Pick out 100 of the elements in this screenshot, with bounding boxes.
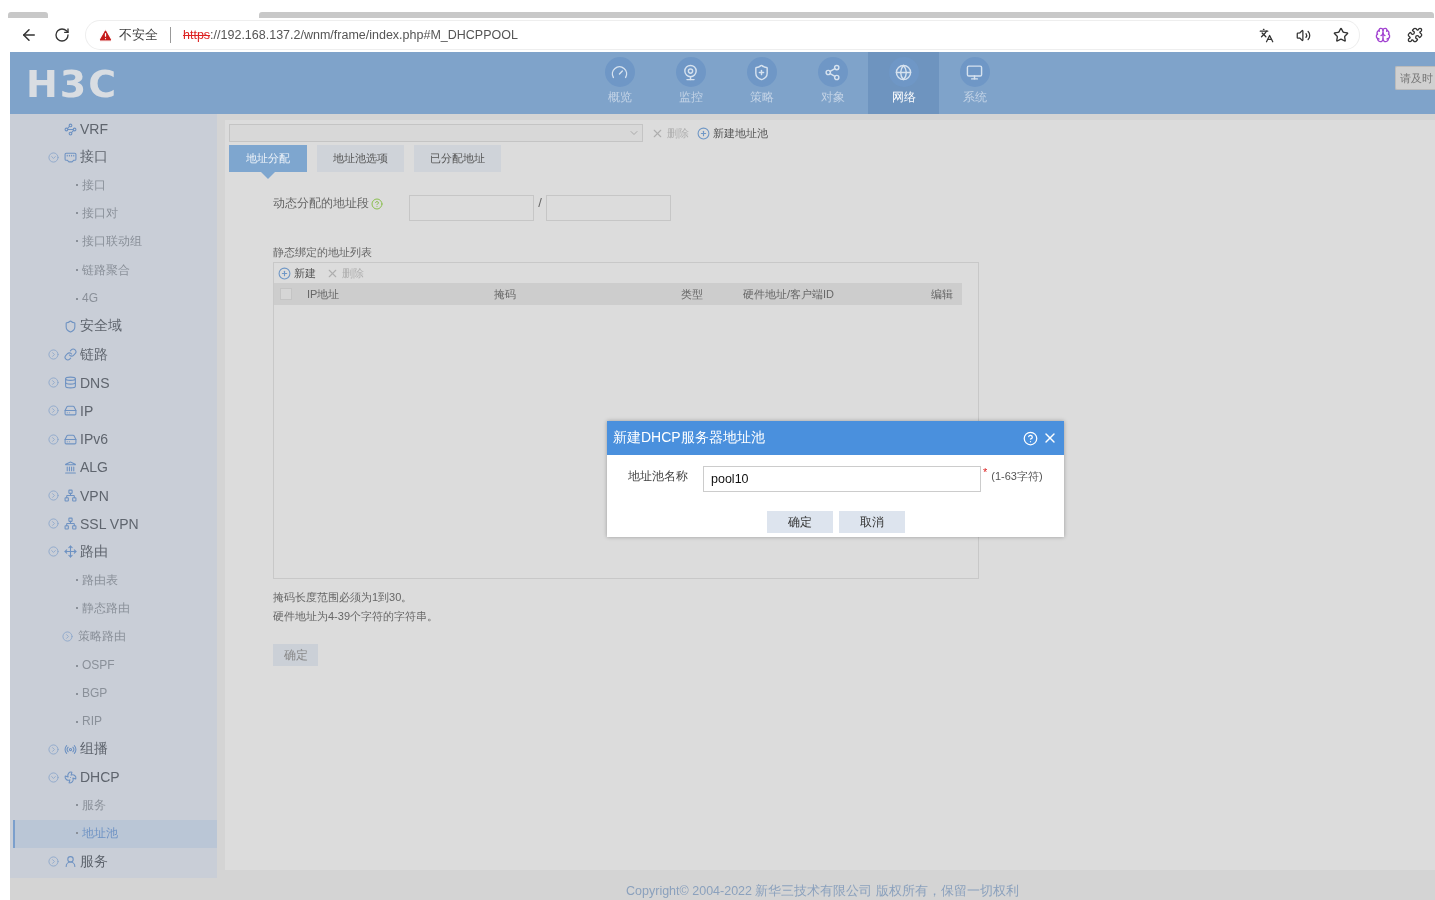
nav-tab[interactable]: 网络 xyxy=(868,52,939,114)
separator-text: / xyxy=(537,195,543,210)
column-header: 类型 xyxy=(681,286,704,302)
globe-icon xyxy=(888,57,919,87)
expander-icon[interactable] xyxy=(48,490,61,502)
sidebar-item[interactable]: RIP xyxy=(76,714,102,729)
star-icon[interactable] xyxy=(1333,27,1349,43)
sidebar-item[interactable]: 路由表 xyxy=(76,571,118,589)
column-header: 掩码 xyxy=(494,286,517,302)
sidebar-item[interactable]: BGP xyxy=(76,685,108,700)
sidebar-item[interactable]: ALG xyxy=(80,459,108,476)
new-button[interactable]: 新建 xyxy=(278,265,316,281)
address-bar[interactable]: 不安全 https://192.168.137.2/wnm/frame/index.php#M_DHCPPOOL xyxy=(86,21,1359,49)
column-header: 编辑 xyxy=(931,286,954,302)
tab-pointer-icon xyxy=(261,172,275,179)
port-icon xyxy=(64,150,77,164)
plus-icon xyxy=(278,266,291,280)
sidebar-item[interactable]: 组播 xyxy=(80,740,108,759)
sidebar-item[interactable]: 策略路由 xyxy=(78,627,126,645)
notice-button[interactable]: 请及时 xyxy=(1395,66,1435,90)
note-text: 掩码长度范围必须为1到30。 xyxy=(273,590,414,605)
read-aloud-icon[interactable] xyxy=(1296,27,1311,43)
arrows-icon xyxy=(64,545,77,559)
sidebar-item[interactable]: OSPF xyxy=(76,657,115,672)
nav-tab[interactable]: 监控 xyxy=(655,52,726,114)
share-icon xyxy=(817,57,848,87)
range-label: 动态分配的地址段 xyxy=(273,195,369,212)
sidebar-item[interactable]: 链路聚合 xyxy=(76,261,130,279)
expander-icon[interactable] xyxy=(48,856,61,868)
expander-icon[interactable] xyxy=(48,743,61,755)
back-icon[interactable] xyxy=(20,26,38,44)
help-icon[interactable] xyxy=(371,197,383,210)
sidebar-item[interactable]: 接口对 xyxy=(76,205,118,223)
database-icon xyxy=(64,376,77,390)
webcam-icon xyxy=(675,57,706,87)
sidebar-item[interactable]: 链路 xyxy=(80,345,108,364)
column-header: 硬件地址/客户端ID xyxy=(743,286,836,302)
puzzle-icon[interactable] xyxy=(1407,27,1423,43)
url-text: https://192.168.137.2/wnm/frame/index.php#M_DHCPPOOL xyxy=(183,28,518,42)
expander-icon[interactable] xyxy=(48,349,61,361)
sidebar-item[interactable]: DHCP xyxy=(80,769,120,786)
nav-tab[interactable]: 策略 xyxy=(726,52,797,114)
expander-icon[interactable] xyxy=(48,151,61,163)
gauge-icon xyxy=(604,57,635,87)
plus-icon xyxy=(697,126,710,140)
sidebar-item[interactable]: DNS xyxy=(80,374,110,391)
monitor-icon xyxy=(959,57,990,87)
expander-icon[interactable] xyxy=(62,630,75,642)
expander-icon[interactable] xyxy=(48,546,61,558)
sidebar-item[interactable]: IP xyxy=(80,402,94,419)
nav-tab[interactable]: 概览 xyxy=(584,52,655,114)
pool-select[interactable] xyxy=(229,124,643,142)
note-text: 硬件地址为4-39个字符的字符串。 xyxy=(273,609,440,624)
drive-icon xyxy=(64,404,77,418)
new-pool-button[interactable]: 新建地址池 xyxy=(697,125,768,141)
fan-icon xyxy=(64,770,77,784)
column-header: IP地址 xyxy=(307,286,341,302)
broadcast-icon xyxy=(64,742,77,756)
link-icon xyxy=(64,348,77,362)
drive-icon xyxy=(64,432,77,446)
sidebar-item[interactable]: 路由 xyxy=(80,542,108,561)
dialog-button[interactable]: 确定 xyxy=(766,511,833,533)
tab[interactable]: 已分配地址 xyxy=(414,145,501,172)
sidebar-item[interactable]: IPv6 xyxy=(80,431,108,448)
expander-icon[interactable] xyxy=(48,405,61,417)
expander-icon[interactable] xyxy=(48,771,61,783)
pool-name-field[interactable]: pool10 xyxy=(703,466,981,492)
sidebar-item[interactable]: 4G xyxy=(76,291,98,306)
sidebar-item[interactable]: 接口 xyxy=(80,148,108,167)
translate-icon[interactable] xyxy=(1259,27,1274,43)
tab[interactable]: 地址池选项 xyxy=(317,145,404,172)
network-icon xyxy=(64,122,77,136)
network-icon xyxy=(64,489,77,503)
sidebar-item[interactable]: 静态路由 xyxy=(76,599,130,617)
nav-tab[interactable]: 系统 xyxy=(939,52,1010,114)
sidebar-item[interactable]: 服务 xyxy=(80,852,108,871)
expander-icon[interactable] xyxy=(48,433,61,445)
nav-tab[interactable]: 对象 xyxy=(797,52,868,114)
sidebar-item[interactable]: VPN xyxy=(80,487,109,504)
required-mark: * xyxy=(983,466,988,478)
security-label: 不安全 xyxy=(119,26,158,44)
reload-icon[interactable] xyxy=(54,27,70,43)
confirm-button[interactable]: 确定 xyxy=(273,644,318,666)
expander-icon[interactable] xyxy=(48,518,61,530)
sidebar-item[interactable]: 接口联动组 xyxy=(76,233,142,251)
person-icon xyxy=(64,855,77,869)
dialog-button[interactable]: 取消 xyxy=(838,511,905,533)
sidebar-item[interactable]: 服务 xyxy=(76,797,106,815)
network-icon xyxy=(64,517,77,531)
expander-icon[interactable] xyxy=(48,377,61,389)
sidebar-item[interactable]: 接口 xyxy=(76,176,106,194)
sidebar-item[interactable]: 地址池 xyxy=(76,825,118,843)
sidebar-item[interactable]: 安全域 xyxy=(80,317,122,336)
building-icon xyxy=(64,460,77,474)
warning-icon xyxy=(98,27,113,43)
brain-icon[interactable] xyxy=(1375,27,1391,43)
sidebar-item[interactable]: SSL VPN xyxy=(80,515,139,532)
logo: H3C xyxy=(25,61,120,108)
list-title: 静态绑定的地址列表 xyxy=(273,245,373,260)
sidebar-item[interactable]: VRF xyxy=(80,121,108,138)
